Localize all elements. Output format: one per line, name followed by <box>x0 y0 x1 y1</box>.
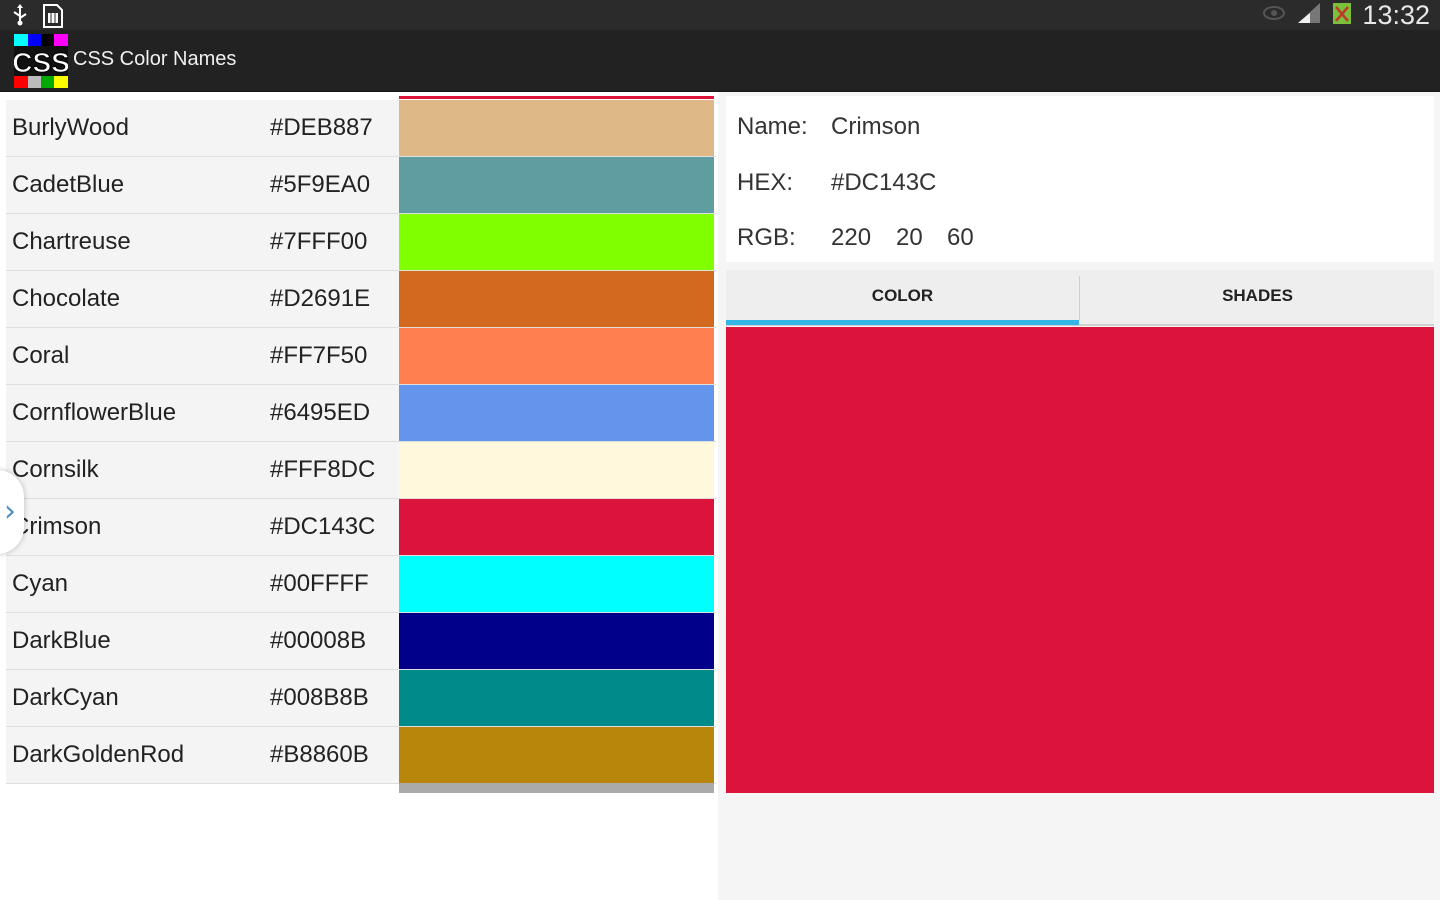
color-name: Cornsilk <box>12 456 99 483</box>
app-logo-text: CSS <box>14 47 68 78</box>
clock: 13:32 <box>1362 0 1430 30</box>
color-name: DarkCyan <box>12 684 119 711</box>
app-title: CSS Color Names <box>73 48 237 70</box>
usb-icon <box>10 4 30 33</box>
list-item[interactable]: BurlyWood #DEB887 <box>6 100 716 157</box>
color-swatch <box>399 556 714 612</box>
list-item[interactable]: Chocolate #D2691E <box>6 271 716 328</box>
hex-label: HEX: <box>737 169 794 196</box>
color-swatch <box>399 670 714 726</box>
tab-shades[interactable]: SHADES <box>1081 270 1434 326</box>
eye-icon <box>1262 5 1286 26</box>
color-detail-card: Name: Crimson HEX: #DC143C RGB: 220 20 6… <box>726 96 1434 262</box>
color-hex: #DEB887 <box>270 114 373 141</box>
list-item[interactable]: Chartreuse #7FFF00 <box>6 214 716 271</box>
list-item[interactable]: Crimson #DC143C <box>6 499 716 556</box>
list-item[interactable]: DarkBlue #00008B <box>6 613 716 670</box>
color-name: BurlyWood <box>12 114 129 141</box>
color-swatch <box>399 727 714 783</box>
color-swatch <box>399 100 714 156</box>
list-item[interactable]: CornflowerBlue #6495ED <box>6 385 716 442</box>
color-swatch <box>399 271 714 327</box>
list-top-accent <box>399 96 714 99</box>
color-swatch <box>399 157 714 213</box>
color-swatch <box>399 385 714 441</box>
color-preview <box>726 327 1434 793</box>
list-item[interactable]: DarkCyan #008B8B <box>6 670 716 727</box>
color-name: Chartreuse <box>12 228 131 255</box>
rgb-red-value: 220 <box>831 224 872 251</box>
color-list-panel: BurlyWood #DEB887 CadetBlue #5F9EA0 Char… <box>0 92 718 900</box>
color-hex: #DC143C <box>270 513 376 540</box>
name-label: Name: <box>737 113 808 140</box>
color-swatch <box>399 613 714 669</box>
color-name: DarkGoldenRod <box>12 741 185 768</box>
list-item[interactable]: Cornsilk #FFF8DC <box>6 442 716 499</box>
action-bar: CSS CSS Color Names <box>0 30 1440 92</box>
color-name: CadetBlue <box>12 171 125 198</box>
color-name: Cyan <box>12 570 69 597</box>
color-hex: #6495ED <box>270 399 371 426</box>
status-bar-right: 13:32 <box>1262 0 1430 30</box>
color-hex: #00FFFF <box>270 570 369 597</box>
color-hex: #B8860B <box>270 741 369 768</box>
color-hex: #5F9EA0 <box>270 171 371 198</box>
color-list[interactable]: BurlyWood #DEB887 CadetBlue #5F9EA0 Char… <box>6 100 716 784</box>
list-item[interactable]: Cyan #00FFFF <box>6 556 716 613</box>
color-hex: #008B8B <box>270 684 369 711</box>
color-name: Chocolate <box>12 285 121 312</box>
rgb-blue-value: 60 <box>947 224 974 251</box>
color-swatch <box>399 499 714 555</box>
color-hex: #FFF8DC <box>270 456 376 483</box>
tab-divider <box>1079 276 1080 320</box>
color-name: Crimson <box>12 513 102 540</box>
signal-icon <box>1296 1 1322 30</box>
color-hex: #D2691E <box>270 285 371 312</box>
tab-active-indicator <box>726 320 1079 325</box>
status-bar: 13:32 <box>0 0 1440 30</box>
color-hex: #FF7F50 <box>270 342 368 369</box>
hex-value: #DC143C <box>831 169 937 196</box>
color-hex: #00008B <box>270 627 367 654</box>
list-item[interactable]: CadetBlue #5F9EA0 <box>6 157 716 214</box>
list-item[interactable]: Coral #FF7F50 <box>6 328 716 385</box>
rgb-green-value: 20 <box>896 224 923 251</box>
name-value: Crimson <box>831 113 921 140</box>
status-bar-left <box>10 4 64 33</box>
list-scroll-bar[interactable] <box>399 783 714 793</box>
color-hex: #7FFF00 <box>270 228 368 255</box>
detail-tabs: COLOR SHADES <box>726 270 1434 326</box>
color-name: Coral <box>12 342 70 369</box>
tab-color[interactable]: COLOR <box>726 270 1079 326</box>
color-swatch <box>399 442 714 498</box>
sim-document-icon <box>42 4 64 33</box>
chevron-right-icon[interactable]: › <box>4 494 16 529</box>
list-item[interactable]: DarkGoldenRod #B8860B <box>6 727 716 784</box>
rgb-label: RGB: <box>737 224 796 251</box>
color-swatch <box>399 214 714 270</box>
color-name: CornflowerBlue <box>12 399 177 426</box>
color-name: DarkBlue <box>12 627 111 654</box>
battery-icon <box>1332 1 1352 30</box>
color-swatch <box>399 328 714 384</box>
app-logo-icon[interactable]: CSS <box>12 34 70 88</box>
